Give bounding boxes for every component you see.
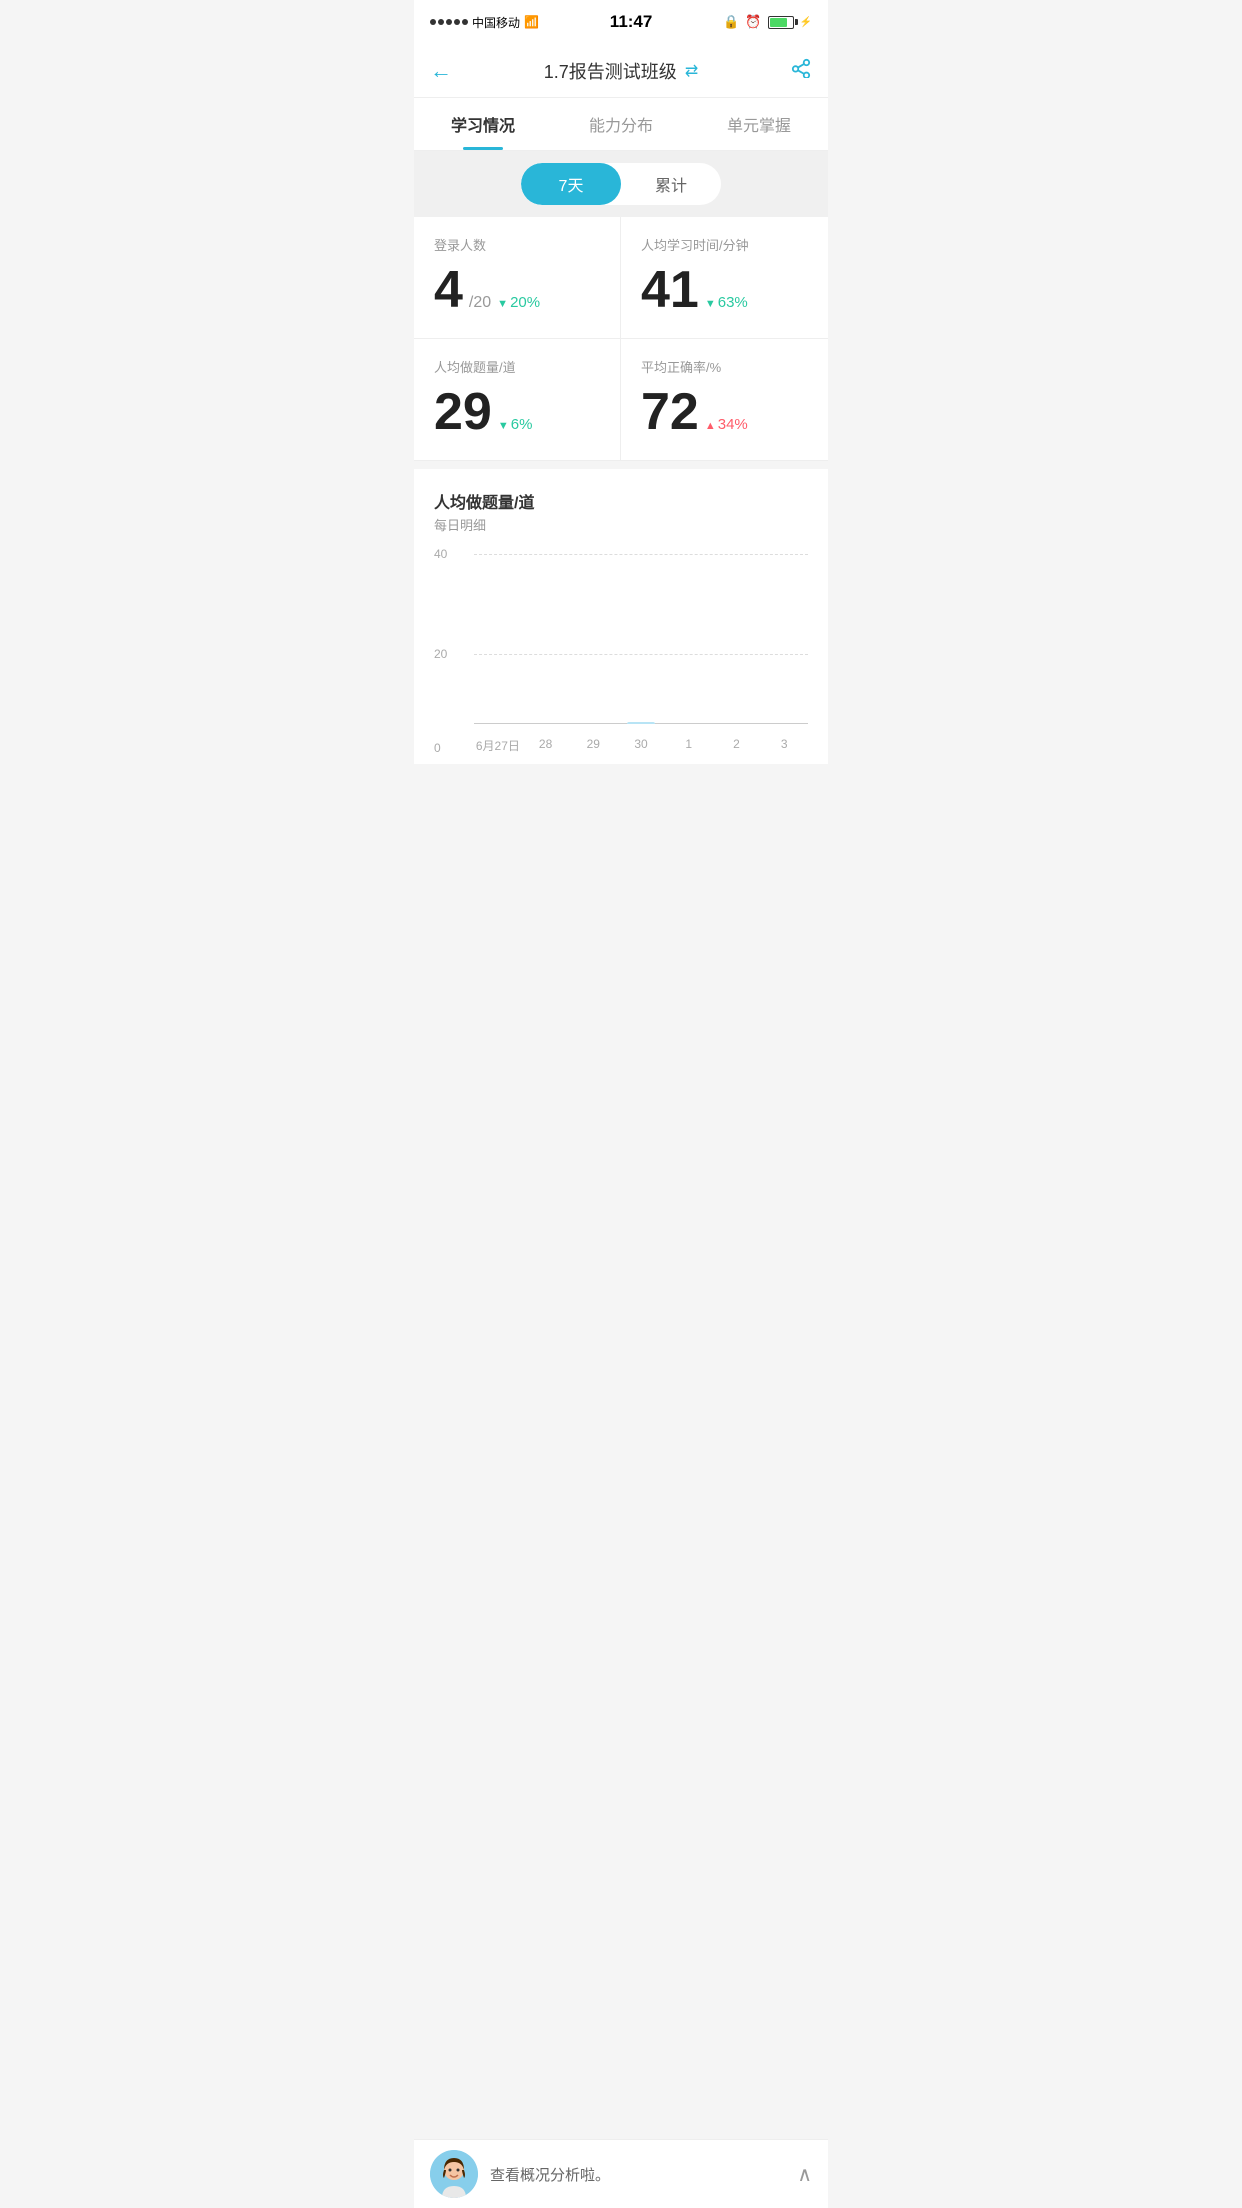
back-button[interactable]: ← — [430, 58, 452, 84]
header: ← 1.7报告测试班级 ⇄ — [414, 44, 828, 98]
wifi-icon: 📶 — [524, 15, 539, 29]
stat-avg-accuracy-label: 平均正确率/% — [641, 357, 808, 376]
chart-x-labels: 6月27日282930123 — [474, 737, 808, 754]
share-button[interactable] — [790, 58, 812, 84]
bolt-icon: ⚡ — [800, 17, 812, 28]
chart-area: 40 20 0 6月27日282930123 — [434, 554, 808, 754]
status-bar: 中国移动 📶 11:47 🔒 ⏰ ⚡ — [414, 0, 828, 44]
tab-ability[interactable]: 能力分布 — [552, 98, 690, 150]
toggle-cumulative[interactable]: 累计 — [621, 163, 721, 205]
chart-section: 人均做题量/道 每日明细 40 20 0 6月27日282930123 — [414, 469, 828, 764]
chart-y-label-40: 40 — [434, 547, 447, 561]
arrow-up-icon — [705, 416, 716, 433]
bottom-chat-bar: 查看概况分析啦。 ∧ — [414, 2139, 828, 2208]
status-left: 中国移动 📶 — [430, 14, 539, 31]
stat-login-label: 登录人数 — [434, 235, 600, 254]
stat-avg-questions-change: 6% — [498, 416, 533, 433]
arrow-down-icon-2 — [705, 294, 716, 311]
stat-login-sub: /20 — [469, 294, 491, 312]
shuffle-icon[interactable]: ⇄ — [685, 61, 698, 81]
chat-message: 查看概况分析啦。 — [490, 2164, 785, 2185]
arrow-down-icon — [497, 294, 508, 311]
chart-x-label: 1 — [665, 737, 713, 754]
stat-avg-study-number: 41 — [641, 264, 699, 316]
chart-x-label: 3 — [760, 737, 808, 754]
lock-icon: 🔒 — [723, 14, 739, 30]
stats-grid: 登录人数 4 /20 20% 人均学习时间/分钟 41 63% 人均做题量/道 … — [414, 217, 828, 461]
battery-icon — [768, 16, 794, 29]
tab-study[interactable]: 学习情况 — [414, 98, 552, 150]
chart-x-label: 2 — [713, 737, 761, 754]
tab-unit[interactable]: 单元掌握 — [690, 98, 828, 150]
stat-avg-study-label: 人均学习时间/分钟 — [641, 235, 808, 254]
chart-bar — [627, 722, 655, 724]
chart-y-label-0: 0 — [434, 741, 441, 755]
alarm-icon: ⏰ — [745, 14, 761, 30]
chart-bar-item — [617, 722, 665, 724]
chart-x-label: 30 — [617, 737, 665, 754]
arrow-down-icon-3 — [498, 416, 509, 433]
status-right: 🔒 ⏰ ⚡ — [723, 14, 812, 30]
carrier-label: 中国移动 — [472, 14, 520, 31]
stat-login-change: 20% — [497, 294, 540, 311]
stat-avg-questions-label: 人均做题量/道 — [434, 357, 600, 376]
chart-bars — [474, 554, 808, 724]
stat-avg-study: 人均学习时间/分钟 41 63% — [621, 217, 828, 339]
stat-avg-accuracy: 平均正确率/% 72 34% — [621, 339, 828, 460]
page-title: 1.7报告测试班级 ⇄ — [544, 58, 698, 84]
signal-dots — [430, 19, 468, 25]
chart-title: 人均做题量/道 — [434, 489, 808, 513]
chart-subtitle: 每日明细 — [434, 515, 808, 534]
chart-x-label: 28 — [522, 737, 570, 754]
status-time: 11:47 — [610, 12, 653, 32]
chart-x-label: 6月27日 — [474, 737, 522, 754]
toggle-wrap: 7天 累计 — [521, 163, 721, 205]
stat-avg-questions: 人均做题量/道 29 6% — [414, 339, 621, 460]
stat-login-count: 登录人数 4 /20 20% — [414, 217, 621, 339]
toggle-section: 7天 累计 — [414, 151, 828, 217]
stat-avg-accuracy-number: 72 — [641, 386, 699, 438]
stat-login-number: 4 — [434, 264, 463, 316]
stat-avg-study-change: 63% — [705, 294, 748, 311]
avatar — [430, 2150, 478, 2198]
chart-x-label: 29 — [569, 737, 617, 754]
chat-collapse-button[interactable]: ∧ — [797, 2162, 812, 2187]
stat-avg-accuracy-change: 34% — [705, 416, 748, 433]
chart-y-label-20: 20 — [434, 647, 447, 661]
stat-avg-questions-number: 29 — [434, 386, 492, 438]
tab-bar: 学习情况 能力分布 单元掌握 — [414, 98, 828, 151]
toggle-7days[interactable]: 7天 — [521, 163, 621, 205]
